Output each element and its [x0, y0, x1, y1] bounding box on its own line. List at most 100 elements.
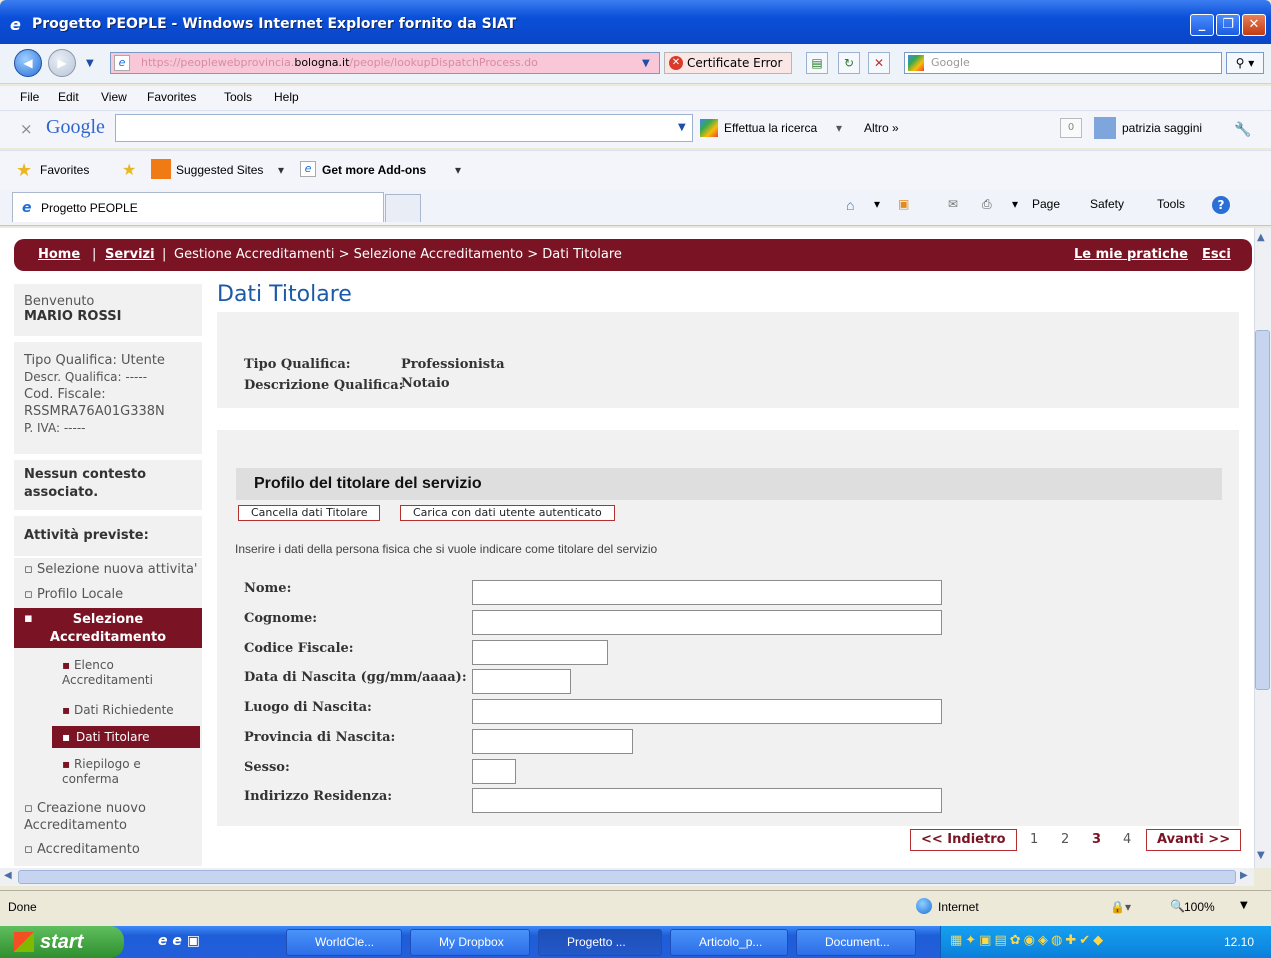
menu-favorites[interactable]: Favorites	[147, 90, 196, 104]
print-icon[interactable]: ⎙	[982, 197, 992, 212]
cancella-dati-button[interactable]: Cancella dati Titolare	[238, 505, 381, 521]
windows-logo-icon	[14, 932, 34, 952]
menu-view[interactable]: View	[101, 90, 127, 104]
avanti-button[interactable]: Avanti >>	[1146, 829, 1242, 851]
google-search-field[interactable]	[115, 114, 693, 142]
sidebar-item-elenco[interactable]: ▪ Elenco Accreditamenti	[62, 658, 182, 688]
sidebar-item-riepilogo[interactable]: ▪ Riepilogo e conferma	[62, 757, 162, 787]
cognome-field[interactable]	[472, 610, 942, 635]
sesso-field[interactable]	[472, 759, 516, 784]
taskbar-item-articolo[interactable]: Articolo_p...	[670, 929, 788, 956]
elenco-label: Elenco Accreditamenti	[62, 658, 153, 687]
sidebar-item-dati-richiedente[interactable]: ▪ Dati Richiedente	[62, 703, 174, 717]
indietro-button[interactable]: << Indietro	[910, 829, 1017, 851]
sidebar-item-selezione-accreditamento[interactable]: ▪ Selezione Accreditamento	[14, 608, 202, 648]
list-item-profilo-locale[interactable]: ▫ Profilo Locale	[24, 587, 123, 602]
print-dropdown-icon[interactable]: ▾	[1012, 197, 1018, 211]
tools-menu[interactable]: Tools	[1157, 197, 1185, 211]
compat-view-icon[interactable]: ▤	[806, 52, 828, 74]
mie-pratiche-link[interactable]: Le mie pratiche	[1074, 247, 1188, 262]
page-3-current: 3	[1092, 832, 1102, 847]
nav-servizi-link[interactable]: Servizi	[105, 247, 155, 262]
quicklaunch-ie-icon[interactable]: e e ▣	[158, 933, 200, 949]
tab-progetto-people[interactable]: Progetto PEOPLE	[12, 192, 384, 222]
carica-dati-button[interactable]: Carica con dati utente autenticato	[400, 505, 615, 521]
add-favorite-icon[interactable]: ★	[122, 160, 136, 179]
taskbar-item-dropbox[interactable]: My Dropbox	[410, 929, 530, 956]
altro-button[interactable]: Altro »	[864, 121, 899, 135]
zoom-dropdown-icon[interactable]: ▼	[1240, 900, 1248, 911]
codice-fiscale-label: Codice Fiscale:	[244, 641, 354, 656]
home-icon[interactable]: ⌂	[846, 197, 854, 213]
sidebar-item-dati-titolare[interactable]: ▪ Dati Titolare	[52, 726, 200, 748]
indirizzo-residenza-field[interactable]	[472, 788, 942, 813]
search-button[interactable]: ⚲ ▾	[1226, 52, 1264, 74]
google-search-button[interactable]: Effettua la ricerca	[724, 121, 817, 135]
tab-ie-icon: e	[22, 200, 32, 216]
favorites-button[interactable]: Favorites	[40, 163, 89, 177]
stop-icon[interactable]: ✕	[868, 52, 890, 74]
suggested-sites-link[interactable]: Suggested Sites	[176, 163, 263, 177]
nome-label: Nome:	[244, 581, 292, 596]
taskbar-item-worldclean[interactable]: WorldCle...	[286, 929, 402, 956]
tray-icons[interactable]: ▦✦▣▤✿◉◈◍✚✔◆	[950, 933, 1106, 948]
search-input[interactable]: Google	[904, 52, 1222, 74]
wrench-icon[interactable]: 🔧	[1234, 121, 1251, 138]
codice-fiscale-field[interactable]	[472, 640, 608, 665]
close-toolbar-icon[interactable]: ×	[20, 120, 33, 138]
menu-tools[interactable]: Tools	[224, 90, 252, 104]
menu-file[interactable]: File	[20, 90, 39, 104]
feeds-icon[interactable]: ▣	[898, 197, 909, 211]
close-button[interactable]: ✕	[1242, 14, 1266, 36]
scroll-right-icon[interactable]: ▶	[1240, 870, 1248, 881]
google-dropdown-icon[interactable]: ▼	[678, 122, 686, 133]
suggested-dropdown-icon[interactable]: ▾	[278, 163, 284, 177]
address-bar[interactable]: https://peoplewebprovincia.bologna.it/pe…	[110, 52, 660, 74]
nav-home-link[interactable]: Home	[38, 247, 80, 262]
tab-label: Progetto PEOPLE	[41, 201, 138, 215]
history-dropdown-icon[interactable]: ▼	[86, 58, 94, 69]
page-1-link[interactable]: 1	[1030, 832, 1038, 847]
scroll-up-icon[interactable]: ▲	[1257, 232, 1265, 243]
mail-icon[interactable]: ✉	[948, 197, 958, 211]
esci-link[interactable]: Esci	[1202, 247, 1231, 262]
get-addons-link[interactable]: Get more Add-ons	[322, 163, 426, 177]
horizontal-scroll-thumb[interactable]	[18, 870, 1236, 884]
menu-edit[interactable]: Edit	[58, 90, 79, 104]
safety-menu[interactable]: Safety	[1090, 197, 1124, 211]
taskbar-item-progetto[interactable]: Progetto ...	[538, 929, 662, 956]
list-item-accreditamento[interactable]: ▫ Accreditamento	[24, 842, 140, 857]
indirizzo-residenza-label: Indirizzo Residenza:	[244, 789, 393, 804]
nome-field[interactable]	[472, 580, 942, 605]
back-button[interactable]: ◀	[14, 49, 42, 77]
page-4-link[interactable]: 4	[1123, 832, 1131, 847]
cognome-label: Cognome:	[244, 611, 318, 626]
luogo-nascita-field[interactable]	[472, 699, 942, 724]
scroll-down-icon[interactable]: ▼	[1257, 850, 1265, 861]
list-item-selezione-nuova[interactable]: ▫ Selezione nuova attivita'	[24, 562, 198, 577]
forward-button[interactable]: ▶	[48, 49, 76, 77]
home-dropdown-icon[interactable]: ▾	[874, 197, 880, 211]
google-user[interactable]: patrizia saggini	[1122, 121, 1202, 135]
addons-dropdown-icon[interactable]: ▾	[455, 163, 461, 177]
counter-badge[interactable]: 0	[1060, 118, 1082, 138]
minimize-button[interactable]: _	[1190, 14, 1214, 36]
search-dropdown-icon[interactable]: ▾	[836, 121, 842, 135]
page-2-link[interactable]: 2	[1061, 832, 1069, 847]
help-icon[interactable]: ?	[1212, 196, 1230, 214]
taskbar-item-document[interactable]: Document...	[796, 929, 916, 956]
list-item-creazione[interactable]: ▫ Creazione nuovo Accreditamento	[24, 800, 164, 834]
scroll-left-icon[interactable]: ◀	[4, 870, 12, 881]
data-nascita-field[interactable]	[472, 669, 571, 694]
certificate-error-button[interactable]: ✕ Certificate Error	[664, 52, 792, 74]
restore-button[interactable]: ❐	[1216, 14, 1240, 36]
menu-help[interactable]: Help	[274, 90, 299, 104]
address-dropdown-icon[interactable]: ▼	[642, 58, 650, 69]
provincia-nascita-field[interactable]	[472, 729, 633, 754]
zoom-level[interactable]: 100%	[1184, 900, 1215, 914]
new-tab-button[interactable]	[385, 194, 421, 222]
vertical-scroll-thumb[interactable]	[1255, 330, 1270, 690]
refresh-icon[interactable]: ↻	[838, 52, 860, 74]
protected-mode-icon[interactable]: 🔒▾	[1110, 900, 1131, 914]
page-menu[interactable]: Page	[1032, 197, 1060, 211]
